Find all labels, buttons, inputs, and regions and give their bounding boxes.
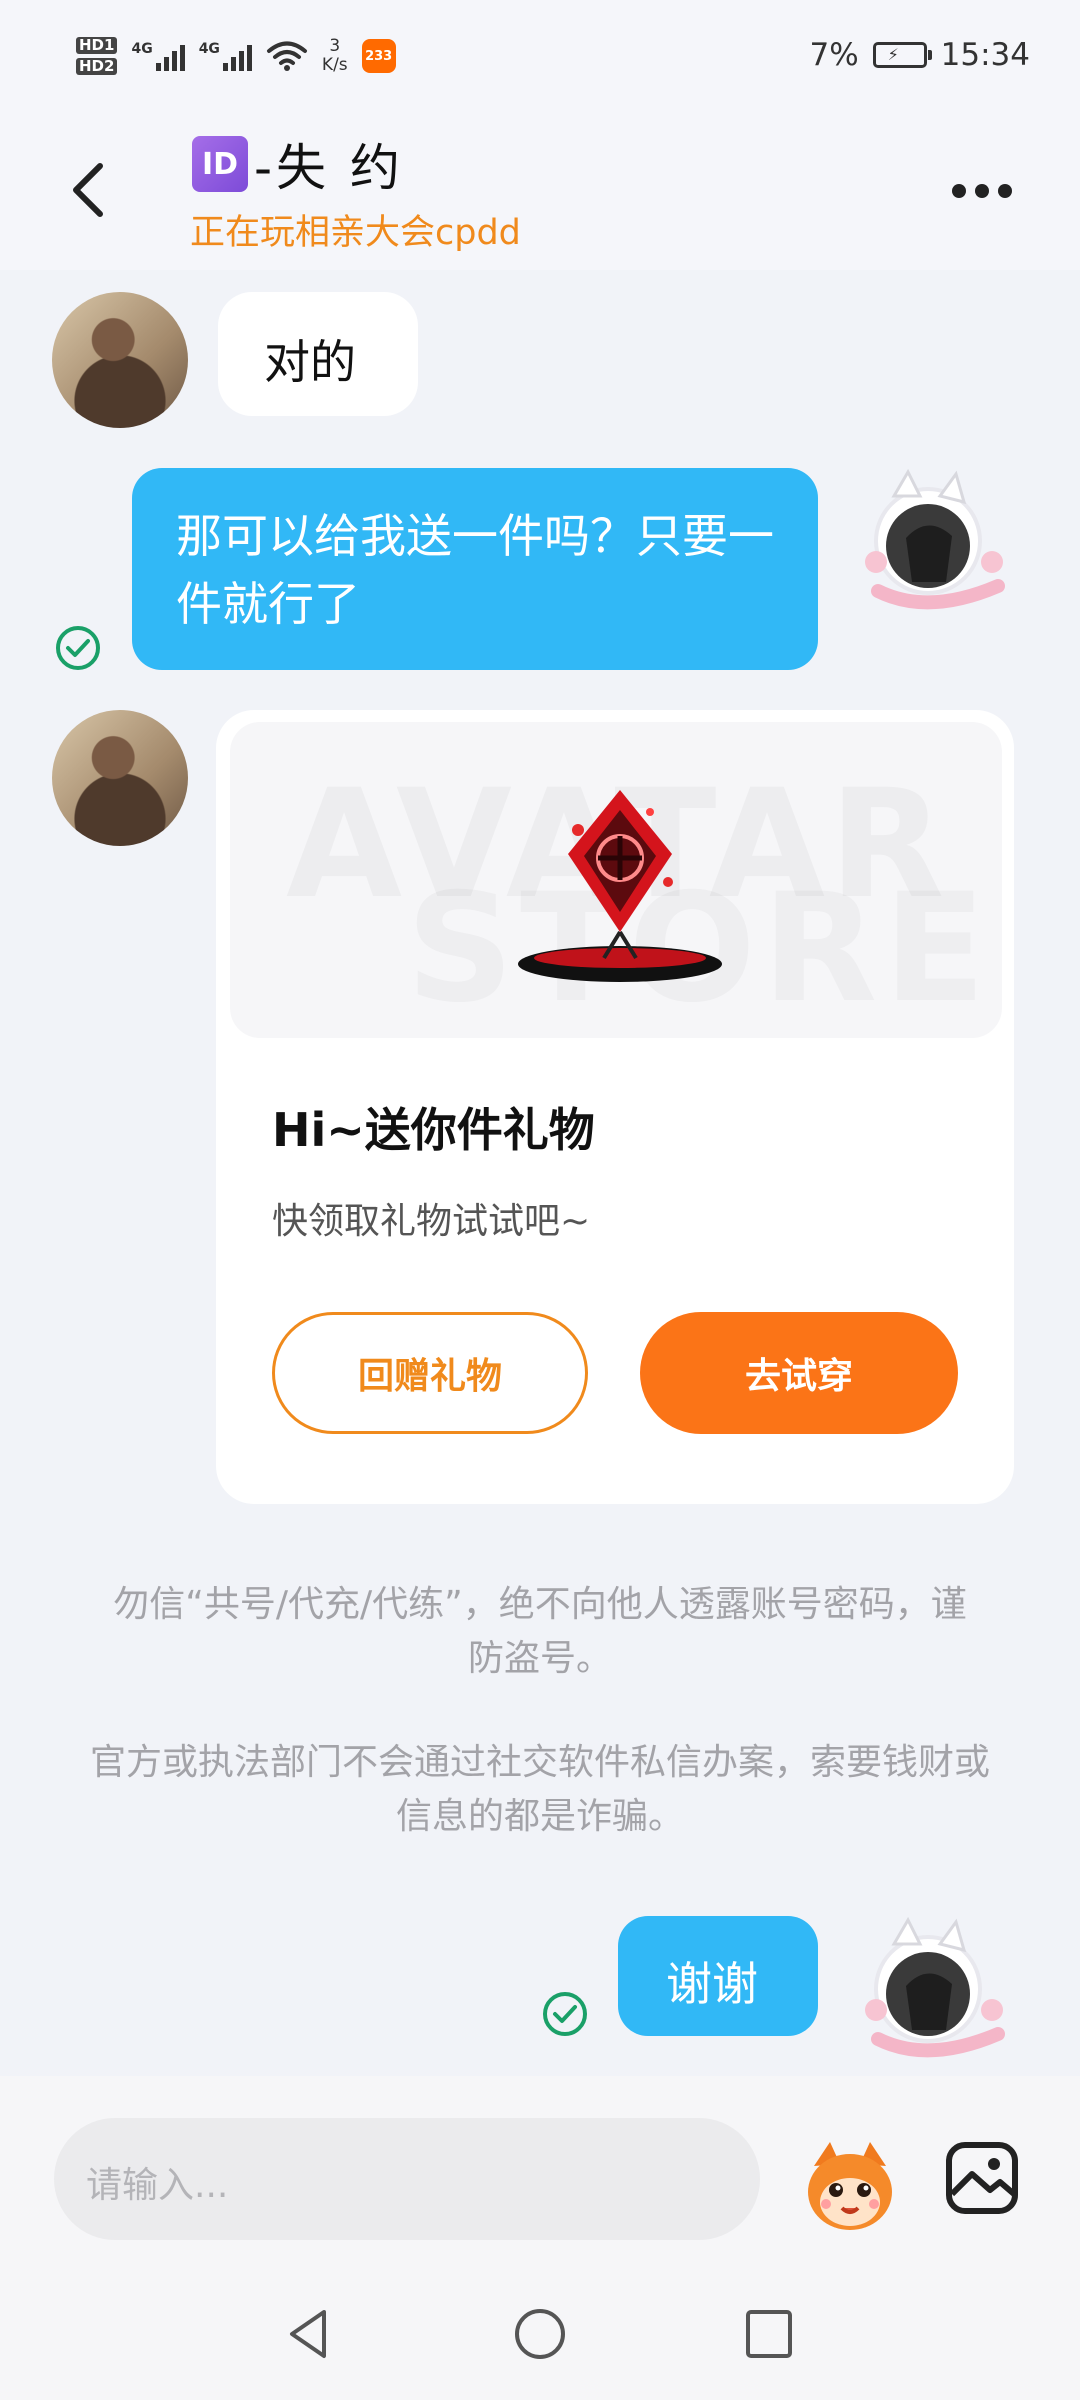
- security-notice: 勿信“共号/代充/代练”，绝不向他人透露账号密码，谨防盗号。: [113, 1584, 967, 1679]
- clock: 15:34: [940, 37, 1030, 73]
- image-picker-icon[interactable]: [944, 2140, 1020, 2216]
- status-bar-left: HD1 HD2 4G 4G 3 K/s 233: [76, 28, 396, 84]
- signal-icon: 4G: [199, 41, 252, 71]
- net-speed: 3 K/s: [321, 36, 348, 75]
- wifi-icon: [266, 41, 307, 71]
- hd1-icon: HD1: [76, 37, 118, 54]
- hd2-icon: HD2: [76, 58, 118, 75]
- message-bubble[interactable]: 那可以给我送一件吗？只要一件就行了: [132, 468, 818, 670]
- fraud-notice: 官方或执法部门不会通过社交软件私信办案，索要钱财或信息的都是诈骗。: [90, 1742, 991, 1837]
- contact-status: 正在玩相亲大会cpdd: [190, 213, 521, 253]
- battery-icon: ⚡: [872, 42, 932, 68]
- my-avatar[interactable]: [858, 1914, 1008, 2064]
- contact-name: -失 约: [254, 139, 404, 197]
- battery-percent: 7%: [809, 37, 859, 73]
- chat-header: [0, 110, 1080, 270]
- gift-image: AVATAR STORE: [230, 722, 1002, 1038]
- hd-indicators: HD1 HD2: [76, 37, 118, 75]
- gift-subtitle: 快领取礼物试试吧~: [272, 1201, 591, 1242]
- contact-avatar[interactable]: [52, 710, 188, 846]
- message-bubble[interactable]: 谢谢: [618, 1916, 818, 2036]
- gift-item-icon: [518, 790, 722, 982]
- more-icon[interactable]: [952, 184, 1012, 198]
- contact-avatar[interactable]: [52, 292, 188, 428]
- nav-home-icon[interactable]: [512, 2306, 568, 2362]
- status-bar-right: 7% ⚡ 15:34: [809, 30, 1030, 80]
- emoji-mascot-icon[interactable]: [800, 2136, 900, 2236]
- chat-title[interactable]: ID -失 约: [192, 128, 404, 200]
- try-on-button[interactable]: 去试穿: [640, 1312, 958, 1434]
- nav-recents-icon[interactable]: [744, 2306, 794, 2362]
- return-gift-button[interactable]: 回赠礼物: [272, 1312, 588, 1434]
- my-avatar[interactable]: [858, 466, 1008, 616]
- input-placeholder: 请输入...: [86, 2165, 229, 2206]
- back-arrow-icon[interactable]: [68, 160, 108, 220]
- signal-icon: 4G: [131, 41, 185, 71]
- id-badge: ID: [192, 136, 248, 192]
- gift-title: Hi~送你件礼物: [272, 1103, 595, 1157]
- app-notification-icon: 233: [361, 39, 396, 73]
- message-input[interactable]: 请输入...: [54, 2118, 760, 2240]
- nav-back-icon[interactable]: [284, 2306, 332, 2362]
- read-check-icon: [56, 626, 100, 670]
- message-bubble[interactable]: 对的: [218, 292, 418, 416]
- read-check-icon: [543, 1992, 587, 2036]
